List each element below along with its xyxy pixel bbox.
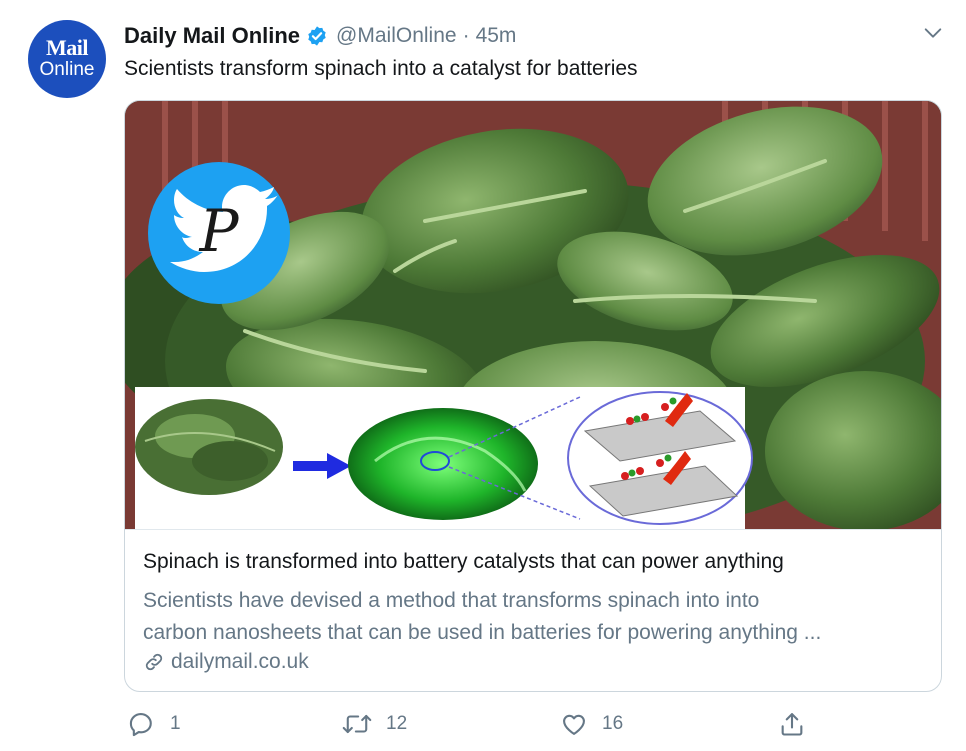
share-button[interactable] (778, 710, 820, 738)
like-icon (563, 714, 585, 735)
card-description-line2: carbon nanosheets that can be used in ba… (143, 621, 822, 644)
like-button[interactable]: 16 (560, 710, 623, 738)
avatar[interactable]: Mail Online (28, 20, 106, 98)
retweet-count: 12 (386, 713, 408, 734)
retweet-icon (342, 714, 372, 734)
card-body[interactable]: Spinach is transformed into battery cata… (125, 529, 941, 691)
link-card[interactable]: P Spinach is transformed into battery ca… (124, 100, 942, 692)
overlay-letter: P (198, 197, 239, 265)
avatar-online-text: Online (39, 59, 95, 80)
handle[interactable]: @MailOnline (336, 24, 457, 48)
tweet-text: Scientists transform spinach into a cata… (124, 57, 638, 80)
card-title[interactable]: Spinach is transformed into battery cata… (143, 550, 784, 574)
spinach-photo: P (125, 101, 941, 529)
like-count: 16 (602, 713, 624, 734)
card-domain[interactable]: dailymail.co.uk (143, 650, 309, 674)
share-icon (781, 713, 803, 736)
action-bar: 1 12 16 (0, 710, 966, 746)
reply-icon (129, 713, 152, 737)
timestamp[interactable]: 45m (476, 24, 517, 48)
card-description: Scientists have devised a method that tr… (143, 585, 933, 649)
avatar-mail-text: Mail (46, 35, 89, 60)
link-icon (145, 653, 163, 671)
card-image[interactable]: P (125, 101, 941, 529)
separator-dot: · (462, 24, 470, 47)
verified-badge-icon (308, 26, 326, 46)
chevron-down-icon[interactable] (922, 22, 944, 44)
twitter-bird-logo: P (148, 162, 290, 304)
reply-button[interactable]: 1 (128, 710, 181, 738)
reply-count: 1 (170, 713, 181, 734)
tweet[interactable]: Mail Online Daily Mail Online @MailOnlin… (0, 0, 966, 751)
card-domain-text: dailymail.co.uk (171, 650, 309, 673)
display-name[interactable]: Daily Mail Online (124, 23, 300, 49)
diagram-inset (135, 387, 753, 529)
tweet-header: Daily Mail Online @MailOnline · 45m (124, 21, 516, 51)
card-description-line1: Scientists have devised a method that tr… (143, 589, 760, 612)
retweet-button[interactable]: 12 (342, 710, 407, 738)
